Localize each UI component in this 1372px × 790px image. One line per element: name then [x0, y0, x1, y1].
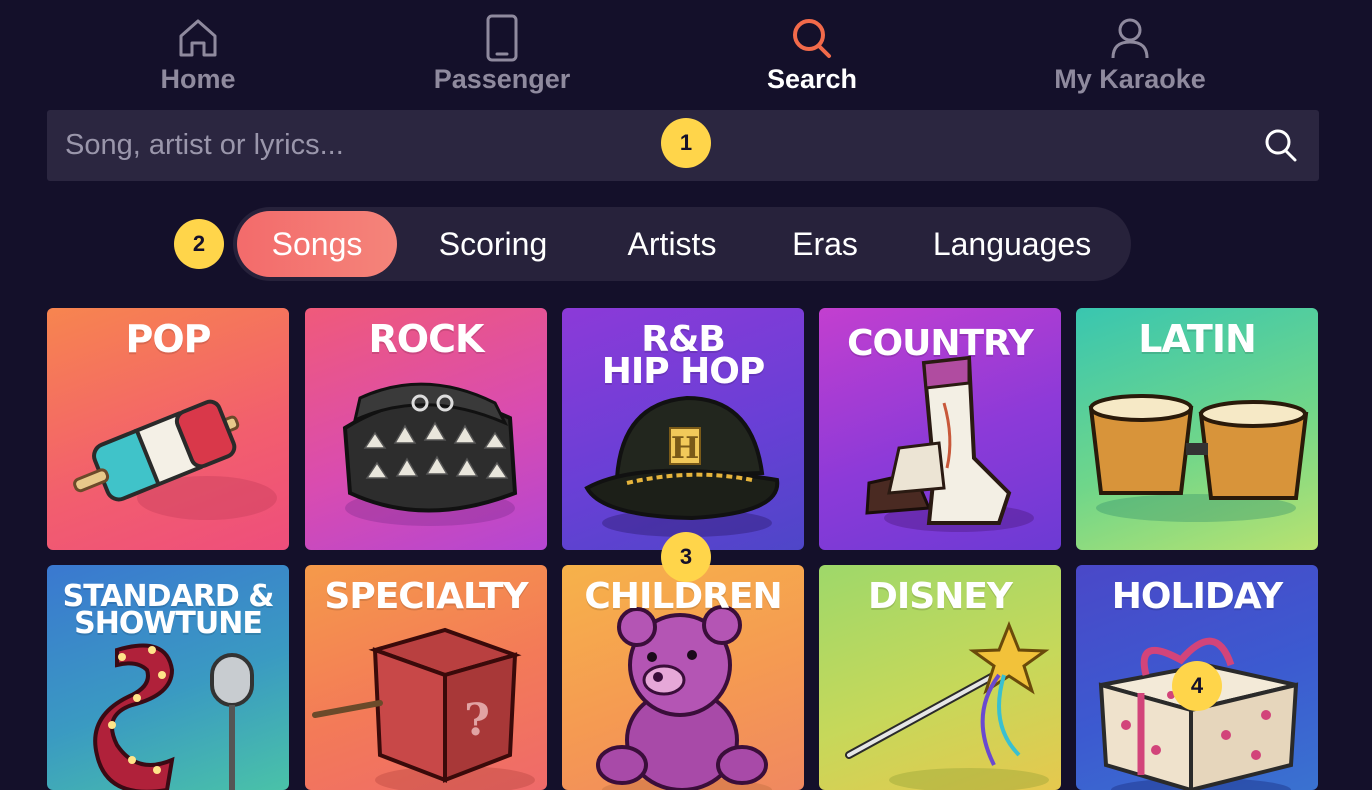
search-input[interactable]	[47, 110, 1247, 181]
genre-title: DISNEY	[868, 576, 1013, 617]
nav-passenger[interactable]: Passenger	[402, 14, 602, 98]
nav-search[interactable]: Search	[712, 14, 912, 98]
search-icon	[790, 14, 834, 62]
svg-text:?: ?	[464, 695, 490, 746]
nav-label: Home	[160, 64, 236, 94]
genre-tile-latin[interactable]: LATIN	[1076, 308, 1318, 550]
tab-eras[interactable]: Eras	[773, 211, 877, 277]
tab-songs[interactable]: Songs	[237, 211, 397, 277]
nav-my-karaoke[interactable]: My Karaoke	[1030, 14, 1230, 98]
step-badge: 3	[661, 532, 711, 582]
nav-home[interactable]: Home	[98, 14, 298, 98]
step-badge: 1	[661, 118, 711, 168]
genre-title: ROCK	[368, 317, 485, 361]
genre-title: POP	[125, 317, 211, 361]
genre-title: CHILDREN	[584, 576, 782, 617]
home-icon	[176, 14, 220, 62]
phone-icon	[480, 14, 524, 62]
top-nav: Home Passenger Search My Karaoke	[0, 0, 1372, 104]
genre-tile-disney[interactable]: DISNEY	[819, 565, 1061, 790]
genre-tile-children[interactable]: CHILDREN	[562, 565, 804, 790]
genre-tile-specialty[interactable]: ? SPECIALTY	[305, 565, 547, 790]
genre-title: R&B HIP HOP	[601, 319, 766, 393]
genre-title: LATIN	[1138, 317, 1257, 361]
nav-label: Search	[766, 64, 858, 94]
tab-scoring[interactable]: Scoring	[417, 211, 569, 277]
step-badge: 4	[1172, 661, 1222, 711]
nav-label: My Karaoke	[1054, 64, 1206, 94]
tab-artists[interactable]: Artists	[601, 211, 743, 277]
category-tabs: Songs Scoring Artists Eras Languages	[233, 207, 1131, 281]
genre-tile-rock[interactable]: ROCK	[305, 308, 547, 550]
svg-text:H: H	[671, 431, 699, 466]
genre-tile-pop[interactable]: POP	[47, 308, 289, 550]
genre-tile-country[interactable]: COUNTRY	[819, 308, 1061, 550]
search-submit-icon[interactable]	[1261, 125, 1301, 165]
nav-label: Passenger	[433, 64, 571, 94]
genre-title: HOLIDAY	[1111, 576, 1283, 617]
genre-title: COUNTRY	[847, 323, 1034, 364]
genre-tile-rnb-hip-hop[interactable]: H R&B HIP HOP	[562, 308, 804, 550]
genre-title: STANDARD & SHOWTUNE	[62, 579, 275, 641]
tab-languages[interactable]: Languages	[909, 211, 1115, 277]
user-icon	[1108, 14, 1152, 62]
step-badge: 2	[174, 219, 224, 269]
genre-title: SPECIALTY	[324, 576, 528, 617]
genre-tile-standard-showtune[interactable]: STANDARD & SHOWTUNE	[47, 565, 289, 790]
